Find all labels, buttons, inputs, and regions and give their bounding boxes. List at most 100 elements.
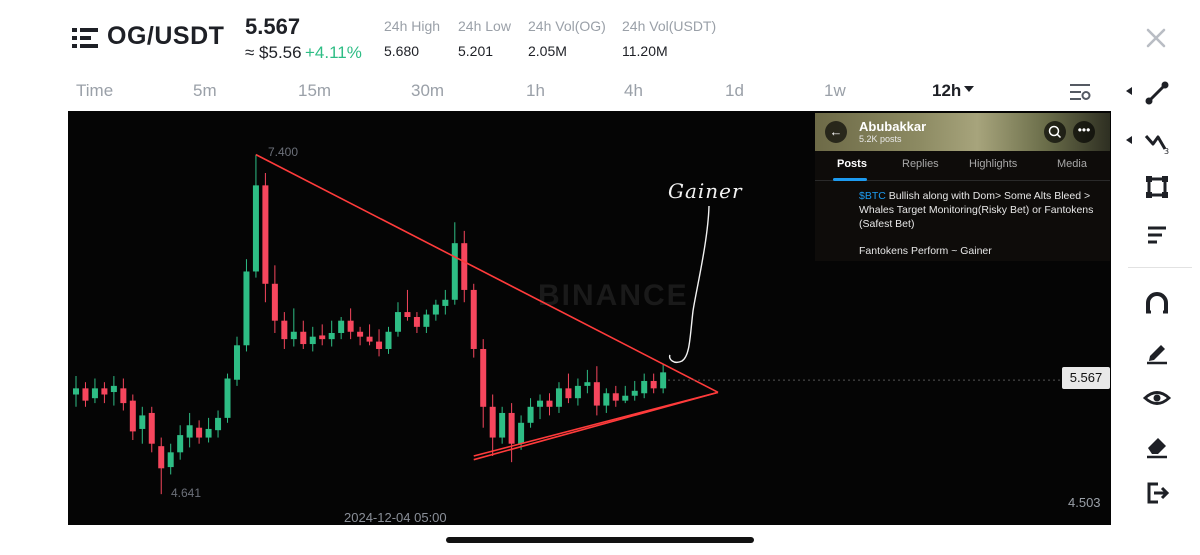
stat-value: 11.20M xyxy=(622,43,668,59)
candle-up xyxy=(73,388,79,395)
expand-caret-icon[interactable] xyxy=(1126,87,1132,95)
text-lines-icon[interactable] xyxy=(1142,220,1172,250)
candle-up xyxy=(555,388,562,407)
search-icon[interactable] xyxy=(1044,121,1066,143)
candle-up xyxy=(177,435,184,453)
timeframe-5m[interactable]: 5m xyxy=(193,81,217,101)
cashtag-link[interactable]: $BTC xyxy=(859,190,886,202)
candle-down xyxy=(357,331,364,337)
profile-post-count: 5.2K posts xyxy=(859,134,902,144)
candle-up xyxy=(442,299,449,306)
stat-label: 24h High xyxy=(384,18,441,34)
exit-icon[interactable] xyxy=(1142,478,1172,508)
candle-up xyxy=(205,428,212,438)
pair-title[interactable]: OG/USDT xyxy=(107,22,224,51)
candle-up xyxy=(338,320,345,333)
timeframe-15m[interactable]: 15m xyxy=(298,81,331,101)
stat-24h-vol-usdt: 24h Vol(USDT) 11.20M xyxy=(622,18,716,59)
candle-down xyxy=(129,400,136,432)
close-icon[interactable] xyxy=(1144,26,1168,50)
timeframe-4h[interactable]: 4h xyxy=(624,81,643,101)
candle-down xyxy=(281,320,288,340)
timeframe-1d[interactable]: 1d xyxy=(725,81,744,101)
candle-up xyxy=(432,304,439,315)
candle-down xyxy=(593,382,600,406)
timeframe-bar: Time 5m 15m 30m 1h 4h 1d 1w 12h xyxy=(0,76,1112,108)
candle-down xyxy=(148,412,155,444)
gainer-arrow xyxy=(668,205,710,364)
candle-up xyxy=(243,271,250,346)
candle-down xyxy=(300,331,307,345)
tweet-overlay: ← Abubakkar 5.2K posts ••• Posts Replies… xyxy=(815,113,1110,261)
pen-icon[interactable] xyxy=(1142,336,1172,366)
candle-up xyxy=(139,415,146,429)
candle-down xyxy=(376,341,383,349)
chart-area[interactable]: BINANCE 7.400 4.641 Gainer 5.567 4.503 2… xyxy=(68,111,1111,525)
candle-up xyxy=(527,406,534,423)
tab-media[interactable]: Media xyxy=(1057,158,1087,170)
header-bar: OG/USDT 5.567 ≈ $5.56 +4.11% 24h High 5.… xyxy=(0,0,1200,72)
magnet-icon[interactable] xyxy=(1142,288,1172,318)
candle-down xyxy=(650,380,657,389)
candle-down xyxy=(413,316,420,327)
candle-down xyxy=(196,427,203,438)
stat-24h-vol-og: 24h Vol(OG) 2.05M xyxy=(528,18,606,59)
back-arrow-icon[interactable]: ← xyxy=(825,121,847,143)
trendline-icon[interactable] xyxy=(1142,78,1172,108)
axis-low-label: 4.503 xyxy=(1068,495,1101,510)
candle-down xyxy=(612,393,619,401)
timeframe-30m[interactable]: 30m xyxy=(411,81,444,101)
home-indicator[interactable] xyxy=(446,537,754,543)
wave-icon[interactable]: 3 xyxy=(1142,127,1172,157)
expand-caret-icon[interactable] xyxy=(1126,136,1132,144)
candle-down xyxy=(319,335,326,340)
stat-label: 24h Low xyxy=(458,18,511,34)
toolbar-divider xyxy=(1128,267,1192,268)
candle-down xyxy=(565,388,572,399)
candle-up xyxy=(622,395,629,401)
price-change-percent: +4.11% xyxy=(305,43,362,62)
eraser-icon[interactable] xyxy=(1142,430,1172,460)
usd-price: ≈ $5.56 xyxy=(245,43,302,62)
candle-down xyxy=(366,336,373,342)
stat-label: 24h Vol(USDT) xyxy=(622,18,717,34)
candle-up xyxy=(584,382,591,386)
candle-up xyxy=(110,385,117,393)
tab-posts[interactable]: Posts xyxy=(837,158,867,170)
candle-up xyxy=(167,452,174,468)
tab-replies[interactable]: Replies xyxy=(902,158,939,170)
timeframe-1h[interactable]: 1h xyxy=(526,81,545,101)
candle-down xyxy=(262,185,269,284)
timeframe-time[interactable]: Time xyxy=(76,81,113,101)
current-price-tag: 5.567 xyxy=(1062,367,1110,389)
tweet-text-line: Fantokens Perform ~ Gainer xyxy=(859,245,992,257)
candle-down xyxy=(101,388,108,395)
candle-up xyxy=(186,425,193,438)
indicator-settings-icon[interactable] xyxy=(1069,82,1091,102)
candle-up xyxy=(328,332,335,340)
eye-icon[interactable] xyxy=(1142,383,1172,413)
stat-value: 5.680 xyxy=(384,43,420,59)
chevron-down-icon[interactable] xyxy=(964,86,974,92)
candle-down xyxy=(546,400,553,407)
crosshair-time-label: 2024-12-04 05:00 xyxy=(344,510,447,525)
candle-down xyxy=(347,320,354,332)
gainer-annotation: Gainer xyxy=(668,179,743,203)
tweet-text: $BTC Bullish along with Dom> Some Alts B… xyxy=(859,189,1105,231)
stat-label: 24h Vol(OG) xyxy=(528,18,606,34)
low-marker-label: 4.641 xyxy=(171,486,202,500)
candle-up xyxy=(252,185,259,272)
stat-24h-high: 24h High 5.680 xyxy=(384,18,440,59)
tab-highlights[interactable]: Highlights xyxy=(969,158,1017,170)
candle-down xyxy=(120,388,127,404)
rectangle-icon[interactable] xyxy=(1142,172,1172,202)
candle-up xyxy=(537,400,544,407)
menu-icon[interactable] xyxy=(72,27,98,49)
candle-up xyxy=(499,412,506,438)
more-options-icon[interactable]: ••• xyxy=(1073,121,1095,143)
candle-up xyxy=(309,336,316,345)
trendline[interactable] xyxy=(255,153,719,394)
timeframe-1w[interactable]: 1w xyxy=(824,81,846,101)
candle-up xyxy=(224,378,231,418)
timeframe-12h-selected[interactable]: 12h xyxy=(932,81,961,101)
